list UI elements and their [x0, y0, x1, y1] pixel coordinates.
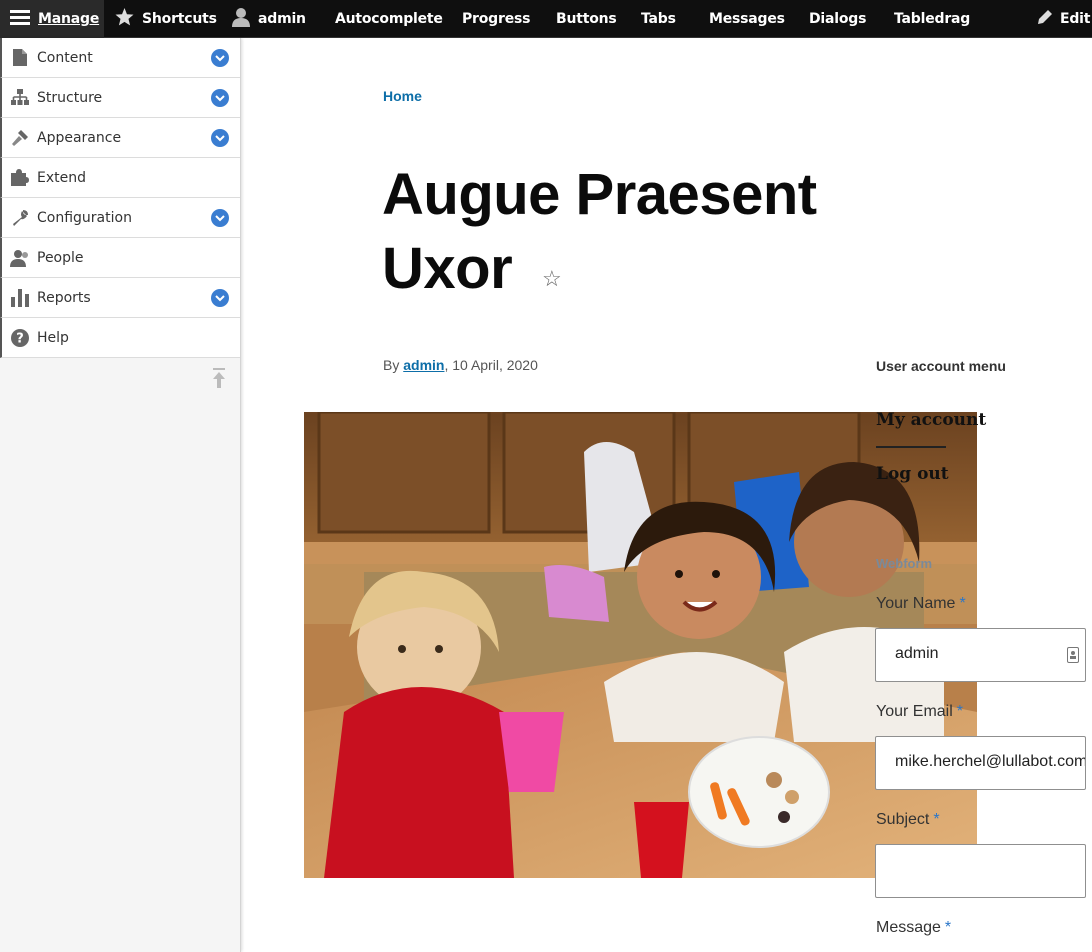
chevron-down-icon[interactable]	[211, 289, 229, 307]
pin-toggle-icon[interactable]	[212, 368, 226, 393]
name-field-value: admin	[895, 645, 939, 662]
chevron-down-icon[interactable]	[211, 89, 229, 107]
page-title-line1: Augue Praesent	[382, 162, 817, 227]
sidebar-item-content[interactable]: Content	[0, 38, 240, 78]
name-label-text: Your Name	[876, 595, 956, 612]
sidebar-item-label: Reports	[37, 289, 91, 306]
email-field[interactable]: mike.herchel@lullabot.com	[875, 736, 1086, 790]
sidebar-item-label: Configuration	[37, 209, 132, 226]
sidebar-item-label: Content	[37, 49, 93, 66]
bookmark-star-icon[interactable]: ☆	[542, 266, 562, 292]
user-icon	[232, 7, 250, 31]
paintbrush-icon	[10, 128, 30, 148]
name-label: Your Name *	[876, 595, 966, 613]
user-account-menu-heading: User account menu	[876, 358, 1006, 374]
toolbar-manage-label: Manage	[38, 11, 100, 27]
email-field-value: mike.herchel@lullabot.com	[895, 753, 1086, 770]
my-account-link[interactable]: My account	[876, 410, 986, 430]
chevron-down-icon[interactable]	[211, 49, 229, 67]
toolbar-edit[interactable]: Edit	[1036, 0, 1090, 38]
pencil-icon	[1036, 8, 1054, 30]
sidebar-item-reports[interactable]: Reports	[0, 278, 240, 318]
subject-label: Subject *	[876, 811, 940, 829]
sidebar-item-label: People	[37, 249, 84, 266]
sidebar-item-extend[interactable]: Extend	[0, 158, 240, 198]
toolbar-buttons[interactable]: Buttons	[556, 0, 617, 38]
star-icon	[115, 8, 134, 30]
required-marker: *	[956, 703, 964, 720]
byline-prefix: By	[383, 357, 400, 373]
divider	[876, 446, 946, 448]
page-title-line2: Uxor	[382, 236, 513, 301]
admin-sidebar: Content Structure Appearance Extend Conf…	[0, 38, 241, 952]
required-marker: *	[959, 595, 966, 612]
chevron-down-icon[interactable]	[211, 129, 229, 147]
bar-chart-icon	[10, 288, 30, 308]
email-label: Your Email *	[876, 703, 963, 721]
toolbar-autocomplete[interactable]: Autocomplete	[335, 0, 443, 38]
admin-toolbar: Manage Shortcuts admin Autocomplete Prog…	[0, 0, 1092, 38]
webform-title: Webform	[876, 556, 933, 571]
toolbar-shortcuts[interactable]: Shortcuts	[115, 0, 217, 38]
breadcrumb-home[interactable]: Home	[383, 88, 422, 104]
sidebar-item-structure[interactable]: Structure	[0, 78, 240, 118]
hamburger-icon	[10, 9, 30, 29]
svg-text:?: ?	[16, 331, 24, 346]
toolbar-shortcuts-label: Shortcuts	[142, 11, 217, 27]
toolbar-dialogs[interactable]: Dialogs	[809, 0, 866, 38]
wrench-icon	[10, 208, 30, 228]
required-marker: *	[933, 811, 940, 828]
toolbar-tabs[interactable]: Tabs	[641, 0, 676, 38]
toolbar-manage[interactable]: Manage	[0, 0, 104, 38]
sidebar-item-label: Help	[37, 329, 69, 346]
sidebar-item-configuration[interactable]: Configuration	[0, 198, 240, 238]
puzzle-icon	[10, 168, 30, 188]
contact-card-icon[interactable]	[1067, 647, 1079, 668]
email-label-text: Your Email	[876, 703, 953, 720]
sidebar-item-label: Appearance	[37, 129, 122, 146]
sidebar-item-people[interactable]: People	[0, 238, 240, 278]
message-label: Message *	[876, 919, 951, 937]
toolbar-progress[interactable]: Progress	[462, 0, 530, 38]
help-icon: ?	[10, 328, 30, 348]
chevron-down-icon[interactable]	[211, 209, 229, 227]
log-out-link[interactable]: Log out	[876, 464, 949, 484]
subject-field[interactable]	[875, 844, 1086, 898]
required-marker: *	[944, 919, 952, 936]
author-link[interactable]: admin	[403, 357, 444, 373]
byline: By admin, 10 April, 2020	[383, 357, 538, 373]
toolbar-edit-label: Edit	[1060, 11, 1091, 27]
sidebar-item-label: Structure	[37, 89, 103, 106]
toolbar-user-label: admin	[258, 11, 306, 27]
people-icon	[10, 248, 30, 268]
toolbar-tabledrag[interactable]: Tabledrag	[894, 0, 970, 38]
sidebar-item-help[interactable]: ? Help	[0, 318, 240, 358]
toolbar-user[interactable]: admin	[232, 0, 306, 38]
name-field[interactable]: admin	[875, 628, 1086, 682]
sitemap-icon	[10, 88, 30, 108]
subject-label-text: Subject	[876, 811, 930, 828]
toolbar-messages[interactable]: Messages	[709, 0, 785, 38]
file-icon	[10, 48, 30, 68]
sidebar-item-label: Extend	[37, 169, 86, 186]
sidebar-item-appearance[interactable]: Appearance	[0, 118, 240, 158]
message-label-text: Message	[876, 919, 941, 936]
publish-date: , 10 April, 2020	[444, 357, 538, 373]
page-title: Augue Praesent Uxor	[382, 158, 902, 306]
